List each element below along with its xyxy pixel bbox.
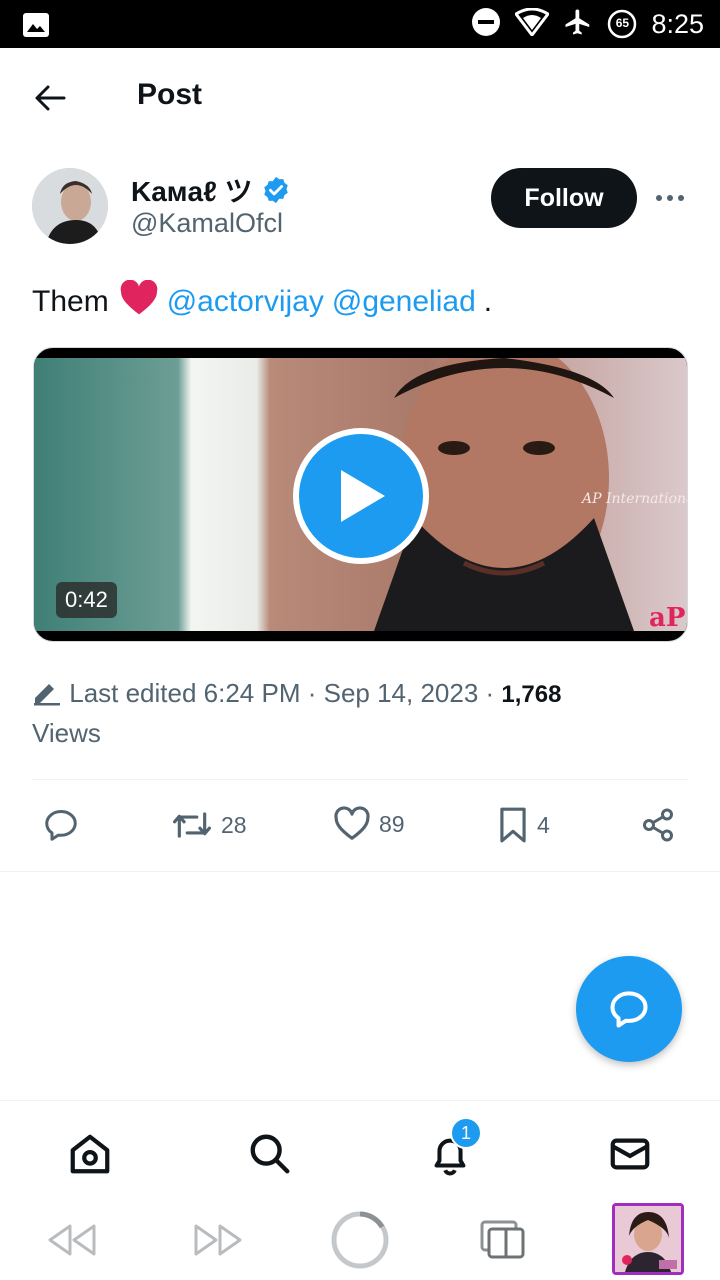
status-bar: 65 8:25 [0,0,720,48]
search-icon [250,1134,290,1174]
play-icon [341,470,385,522]
clock: 8:25 [651,8,704,39]
avatar[interactable] [32,168,108,244]
like-count: 89 [379,810,405,837]
retweet-icon [172,812,211,838]
tweet-text-prefix: Them [32,285,109,318]
pencil-icon [34,684,60,706]
mention-link[interactable]: @geneliad [332,285,476,319]
wifi-icon [514,7,551,41]
verified-badge-icon [263,176,288,204]
more-options-button[interactable] [652,183,688,213]
divider [32,779,688,780]
top-app-bar: Post [0,48,720,146]
rewind-icon [48,1224,96,1256]
follow-button[interactable]: Follow [491,168,637,228]
nav-search[interactable] [245,1129,295,1179]
battery-icon: 65 [607,9,637,39]
more-horizontal-icon [656,195,684,201]
nav-home[interactable] [65,1129,115,1179]
home-icon [70,1134,110,1174]
arrow-left-icon [35,85,66,111]
svg-text:aP: aP [649,603,685,631]
views-count: 1,768 [501,681,562,708]
loading-indicator [328,1210,392,1270]
reply-button[interactable] [42,806,88,844]
heart-icon [334,806,370,840]
bookmark-count: 4 [537,811,550,838]
tweet-meta: Last edited 6:24 PM · Sep 14, 2023 · 1,7… [32,674,692,752]
share-icon [643,808,673,842]
video-duration: 0:42 [56,582,117,618]
image-icon [22,12,50,43]
heart-emoji [119,279,159,324]
author-handle[interactable]: @KamalOfcl [131,208,283,239]
page-title: Post [137,78,203,111]
tabs-button[interactable] [478,1210,528,1270]
bookmark-icon [500,807,526,843]
tweet-text: Them @actorvijay @geneliad . [32,279,493,324]
author-name-row[interactable]: Kaмaℓ ツ [131,170,291,210]
views-label: Views [32,718,101,748]
airplane-icon [563,7,593,42]
edited-timestamp[interactable]: Last edited 6:24 PM · Sep 14, 2023 · [69,678,494,708]
nav-messages[interactable] [605,1129,655,1179]
share-button[interactable] [640,806,676,844]
retweet-count: 28 [221,811,247,838]
mail-icon [610,1138,650,1170]
mention-link[interactable]: @actorvijay [167,285,324,319]
back-button[interactable] [30,78,70,118]
divider [0,871,720,872]
play-button[interactable] [293,428,429,564]
tweet-action-bar: 28 89 4 [0,800,720,856]
fast-forward-icon [194,1224,242,1256]
video-player[interactable]: AP International aP 0:42 [33,347,688,642]
like-button[interactable]: 89 [333,806,405,842]
tabs-icon [480,1220,525,1259]
fast-forward-button[interactable] [190,1210,246,1270]
reply-icon [610,991,648,1028]
author-name: Kaмaℓ ツ [131,176,253,207]
compose-reply-button[interactable] [576,956,682,1062]
loading-icon [331,1211,389,1269]
rewind-button[interactable] [44,1210,100,1270]
notification-badge: 1 [450,1117,482,1149]
tweet-text-suffix: . [483,285,493,318]
reply-icon [45,810,77,841]
svg-text:AP International: AP International [580,491,688,507]
battery-level: 65 [615,16,630,30]
retweet-button[interactable]: 28 [171,806,247,844]
do-not-disturb-icon [471,7,501,42]
thumbnail[interactable] [612,1203,684,1275]
bottom-navigation: 1 [0,1100,720,1200]
bookmark-button[interactable]: 4 [497,806,550,844]
